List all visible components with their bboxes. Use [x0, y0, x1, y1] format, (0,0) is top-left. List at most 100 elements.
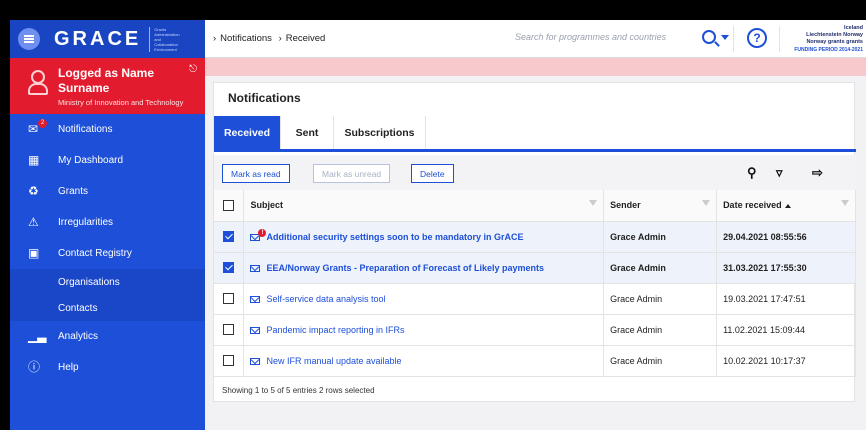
sidebar-item-irregularities[interactable]: ⚠ Irregularities	[10, 207, 205, 238]
contact-icon: ▣	[28, 246, 40, 260]
row-checkbox[interactable]	[223, 355, 234, 367]
row-checkbox[interactable]	[223, 293, 234, 305]
user-surname: Surname	[58, 81, 110, 95]
brand-bar: GRACE Grants Administration and Collabor…	[10, 20, 205, 58]
row-date: 11.02.2021 15:09:44	[716, 314, 856, 346]
app-window: GRACE Grants Administration and Collabor…	[10, 20, 866, 430]
row-checkbox[interactable]	[223, 324, 234, 336]
help-button[interactable]: ?	[747, 28, 767, 48]
table-row[interactable]: Pandemic impact reporting in IFRs Grace …	[214, 314, 856, 346]
toolbar: Mark as read Mark as unread Delete ⚲ ▿ ⇨	[214, 155, 856, 190]
user-name: Logged as Name	[58, 66, 155, 80]
logo-funding-period: FUNDING PERIOD 2014-2021	[794, 47, 863, 53]
row-date: 29.04.2021 08:55:56	[716, 221, 856, 253]
tab-subscriptions[interactable]: Subscriptions	[334, 116, 426, 149]
row-date: 10.02.2021 10:17:37	[716, 345, 856, 377]
filter-icon[interactable]	[702, 200, 711, 206]
row-subject[interactable]: Additional security settings soon to be …	[266, 232, 523, 242]
filter-icon[interactable]	[841, 200, 849, 206]
notifications-panel: Notifications Received Sent Subscription…	[213, 82, 856, 402]
row-sender: Grace Admin	[603, 283, 718, 315]
column-sender[interactable]: Sender	[603, 190, 718, 222]
row-sender: Grace Admin	[603, 345, 718, 377]
row-subject[interactable]: EEA/Norway Grants - Preparation of Forec…	[266, 263, 544, 273]
row-subject[interactable]: Pandemic impact reporting in IFRs	[266, 325, 404, 335]
filter-icon[interactable]	[589, 200, 598, 206]
table-row[interactable]: EEA/Norway Grants - Preparation of Forec…	[214, 252, 856, 284]
logo-subtitle: Grants Administration and Collaboration …	[149, 26, 180, 52]
table-row[interactable]: Self-service data analysis tool Grace Ad…	[214, 283, 856, 315]
mark-as-unread-button[interactable]: Mark as unread	[313, 164, 391, 183]
search-icon[interactable]	[702, 30, 716, 44]
pin-icon[interactable]: ⎋	[189, 64, 197, 75]
breadcrumb-received: Received	[285, 33, 326, 44]
mail-icon	[250, 326, 261, 334]
mail-icon	[250, 264, 261, 272]
sidebar-item-label: Grants	[58, 186, 89, 197]
table-footer: Showing 1 to 5 of 5 entries 2 rows selec…	[222, 386, 375, 395]
tab-sent[interactable]: Sent	[281, 116, 334, 149]
sidebar-subitem-organisations[interactable]: Organisations	[10, 269, 205, 295]
header-divider	[779, 26, 780, 52]
sidebar-item-label: Help	[58, 362, 79, 373]
grace-logo: GRACE	[54, 27, 142, 50]
user-panel: Logged as Name Surname Ministry of Innov…	[10, 58, 205, 114]
sidebar-item-label: Analytics	[58, 331, 99, 342]
sidebar-item-dashboard[interactable]: ▦ My Dashboard	[10, 145, 205, 176]
row-date: 19.03.2021 17:47:51	[716, 283, 856, 315]
column-subject[interactable]: Subject	[243, 190, 605, 222]
sidebar-item-help[interactable]: ⓘ Help	[10, 352, 205, 383]
search-input[interactable]: Search for programmes and countries	[515, 32, 666, 42]
logo-line-liechtenstein: Liechtenstein Norway	[806, 32, 863, 38]
sidebar: GRACE Grants Administration and Collabor…	[10, 20, 205, 430]
row-checkbox[interactable]	[223, 262, 234, 274]
analytics-icon: ▁▃	[28, 329, 47, 343]
table-row[interactable]: New IFR manual update available Grace Ad…	[214, 345, 856, 377]
table-row[interactable]: ! Additional security settings soon to be…	[214, 221, 856, 253]
select-all-checkbox[interactable]	[223, 199, 234, 211]
grants-icon: ♻	[28, 184, 39, 198]
select-all-cell[interactable]	[214, 190, 245, 222]
breadcrumb: › Notifications › Received	[213, 33, 329, 44]
delete-button[interactable]: Delete	[411, 164, 454, 183]
top-header: › Notifications › Received Search for prog…	[205, 20, 866, 58]
help-icon: ⓘ	[28, 360, 41, 374]
breadcrumb-separator: ›	[213, 33, 217, 44]
hamburger-icon	[24, 38, 34, 40]
sidebar-item-contact-registry[interactable]: ▣ Contact Registry	[10, 238, 205, 269]
sidebar-nav: ✉ 2 Notifications ▦ My Dashboard ♻ Grant…	[10, 114, 205, 269]
column-label: Date received	[723, 200, 782, 211]
header-divider	[733, 26, 734, 52]
contact-registry-subnav: Organisations Contacts	[10, 269, 205, 321]
column-label: Subject	[250, 200, 283, 211]
table-header-row: Subject Sender Date received	[214, 190, 856, 222]
user-icon	[28, 70, 48, 95]
row-sender: Grace Admin	[603, 221, 718, 253]
search-icon[interactable]: ⚲	[747, 165, 757, 181]
chevron-down-icon[interactable]	[721, 35, 729, 40]
row-subject[interactable]: New IFR manual update available	[266, 356, 401, 366]
tab-received[interactable]: Received	[214, 116, 281, 149]
row-checkbox[interactable]	[223, 231, 234, 243]
row-subject[interactable]: Self-service data analysis tool	[266, 294, 385, 304]
export-icon[interactable]: ⇨	[812, 165, 823, 181]
menu-toggle-button[interactable]	[18, 28, 40, 50]
sidebar-item-grants[interactable]: ♻ Grants	[10, 176, 205, 207]
norway-grants-logo: Iceland Liechtenstein Norway Norway gran…	[789, 25, 863, 55]
mail-icon	[250, 295, 261, 303]
logo-line-iceland: Iceland	[844, 25, 863, 31]
sidebar-subitem-contacts[interactable]: Contacts	[10, 295, 205, 321]
sidebar-item-analytics[interactable]: ▁▃ Analytics	[10, 321, 205, 352]
sidebar-item-label: Notifications	[58, 124, 113, 135]
user-ministry: Ministry of Innovation and Technology	[58, 98, 184, 107]
mark-as-read-button[interactable]: Mark as read	[222, 164, 290, 183]
column-date-received[interactable]: Date received	[716, 190, 856, 222]
sidebar-item-label: My Dashboard	[58, 155, 124, 166]
logo-line-norway: Norway grants grants	[806, 39, 863, 45]
filter-icon[interactable]: ▿	[776, 165, 783, 181]
panel-title: Notifications	[228, 91, 301, 105]
mail-icon: !	[250, 228, 267, 241]
tab-bar: Received Sent Subscriptions	[214, 116, 856, 152]
sidebar-item-notifications[interactable]: ✉ 2 Notifications	[10, 114, 205, 145]
breadcrumb-notifications[interactable]: Notifications	[220, 33, 272, 44]
